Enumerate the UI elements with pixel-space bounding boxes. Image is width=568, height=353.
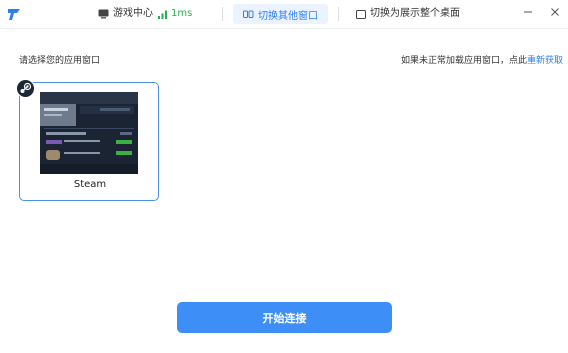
tab-switch-desktop[interactable]: 切换为展示整个桌面 xyxy=(356,6,460,22)
steam-logo-icon xyxy=(20,82,32,93)
signal-icon xyxy=(158,10,167,19)
close-icon xyxy=(551,8,559,16)
reload-hint: 如果未正常加载应用窗口，点此重新获取 xyxy=(401,53,563,66)
desktop-icon xyxy=(356,9,366,19)
title-bar: 游戏中心 1ms 切换其他窗口 切换为展示整个桌面 xyxy=(0,0,568,29)
game-center-label: 游戏中心 xyxy=(113,8,153,19)
window-card-steam[interactable]: Steam xyxy=(16,79,159,201)
start-connect-button[interactable]: 开始连接 xyxy=(177,302,392,333)
tab-switch-desktop-label: 切换为展示整个桌面 xyxy=(370,8,460,19)
select-window-hint: 请选择您的应用窗口 xyxy=(19,56,101,66)
app-logo-icon xyxy=(8,9,20,20)
minimize-icon xyxy=(524,11,532,13)
reload-hint-text: 如果未正常加载应用窗口，点此 xyxy=(400,56,527,66)
divider xyxy=(338,7,339,21)
ping-indicator: 1ms xyxy=(158,6,192,22)
steam-icon xyxy=(16,79,35,98)
divider xyxy=(222,7,223,21)
ping-value: 1ms xyxy=(171,8,193,19)
window-thumbnail xyxy=(40,92,138,174)
window-switch-icon xyxy=(243,10,254,18)
steam-window-preview xyxy=(40,92,138,174)
refresh-link[interactable]: 重新获取 xyxy=(527,56,563,66)
window-card-label: Steam xyxy=(73,179,107,190)
tab-switch-window[interactable]: 切换其他窗口 xyxy=(233,4,328,24)
monitor-icon xyxy=(98,9,109,19)
close-button[interactable] xyxy=(547,6,563,22)
minimize-button[interactable] xyxy=(520,6,536,22)
game-center-button[interactable]: 游戏中心 xyxy=(98,6,153,22)
tab-switch-window-label: 切换其他窗口 xyxy=(258,10,318,22)
